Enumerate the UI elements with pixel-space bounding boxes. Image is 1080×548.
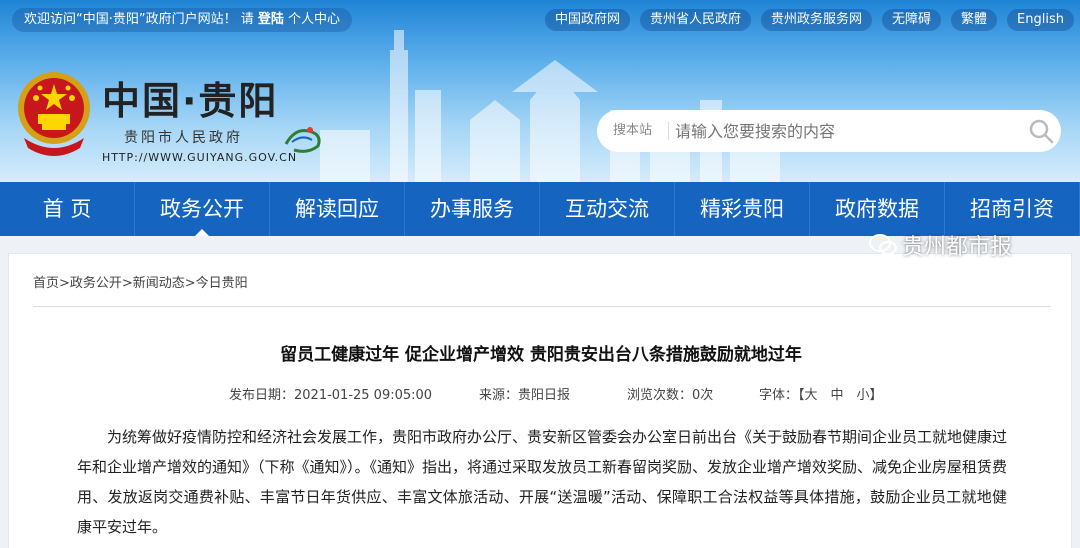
article-panel: 首页>政务公开>新闻动态>今日贵阳 留员工健康过年 促企业增产增效 贵阳贵安出台… <box>8 253 1072 548</box>
article-source: 来源：贵阳日报 <box>479 388 571 403</box>
nav-interaction[interactable]: 互动交流 <box>540 182 675 236</box>
nav-services[interactable]: 办事服务 <box>405 182 540 236</box>
toplink-traditional[interactable]: 繁體 <box>951 9 998 31</box>
brand-subtitle: 贵阳市人民政府 <box>124 130 243 146</box>
user-center-link[interactable]: 个人中心 <box>288 12 340 27</box>
wechat-icon <box>869 234 897 255</box>
nav-investment[interactable]: 招商引资 <box>945 182 1080 236</box>
welcome-bar: 欢迎访问“中国·贵阳”政府门户网站！ 请 登陆 个人中心 <box>12 8 353 32</box>
search-box: 搜本站 <box>597 110 1061 152</box>
city-logo-icon <box>284 127 321 153</box>
article-meta: 发布日期：2021-01-25 09:05:00 来源：贵阳日报 浏览次数：0次… <box>229 384 883 403</box>
search-input[interactable] <box>669 121 1021 141</box>
top-links: 中国政府网 贵州省人民政府 贵州政务服务网 无障碍 繁體 English <box>544 9 1074 31</box>
toplink-gov-cn[interactable]: 中国政府网 <box>544 9 630 31</box>
font-size-control[interactable]: 字体：【大 中 小】 <box>759 384 883 403</box>
brand-block: 中国·贵阳 贵阳市人民政府 HTTP://WWW.GUIYANG.GOV.CN <box>102 70 297 164</box>
divider <box>33 306 1051 307</box>
watermark: 贵州都市报 <box>868 229 1012 261</box>
article-body: 为统筹做好疫情防控和经济社会发展工作，贵阳市政府办公厅、贵安新区管委会办公室日前… <box>77 428 1008 536</box>
toplink-guizhou-gov[interactable]: 贵州省人民政府 <box>639 9 751 31</box>
toplink-service-net[interactable]: 贵州政务服务网 <box>761 9 873 31</box>
watermark-text: 贵州都市报 <box>902 235 1013 260</box>
publish-date: 发布日期：2021-01-25 09:05:00 <box>229 388 433 403</box>
view-count: 浏览次数：0次 <box>627 388 714 403</box>
toplink-english[interactable]: English <box>1007 9 1074 31</box>
search-scope[interactable]: 搜本站 <box>597 122 669 140</box>
nav-government-affairs[interactable]: 政务公开 <box>135 182 270 236</box>
welcome-text: 欢迎访问“中国·贵阳”政府门户网站！ 请 <box>24 12 254 27</box>
nav-wonderful-guiyang[interactable]: 精彩贵阳 <box>675 182 810 236</box>
search-icon[interactable] <box>1021 111 1061 151</box>
toplink-accessibility[interactable]: 无障碍 <box>882 9 942 31</box>
breadcrumb[interactable]: 首页>政务公开>新闻动态>今日贵阳 <box>33 272 248 291</box>
city-skyline-illustration <box>320 30 780 182</box>
national-emblem-icon <box>18 72 90 156</box>
brand-title: 中国·贵阳 <box>102 79 279 123</box>
login-link[interactable]: 登陆 <box>258 12 284 27</box>
nav-interpretation[interactable]: 解读回应 <box>270 182 405 236</box>
nav-home[interactable]: 首 页 <box>0 182 135 236</box>
main-nav: 首 页 政务公开 解读回应 办事服务 互动交流 精彩贵阳 政府数据 招商引资 <box>0 182 1080 236</box>
article-title: 留员工健康过年 促企业增产增效 贵阳贵安出台八条措施鼓励就地过年 <box>280 345 802 365</box>
site-header: 欢迎访问“中国·贵阳”政府门户网站！ 请 登陆 个人中心 中国政府网 贵州省人民… <box>0 0 1080 182</box>
nav-government-data[interactable]: 政府数据 <box>810 182 945 236</box>
brand-url: HTTP://WWW.GUIYANG.GOV.CN <box>102 151 298 164</box>
